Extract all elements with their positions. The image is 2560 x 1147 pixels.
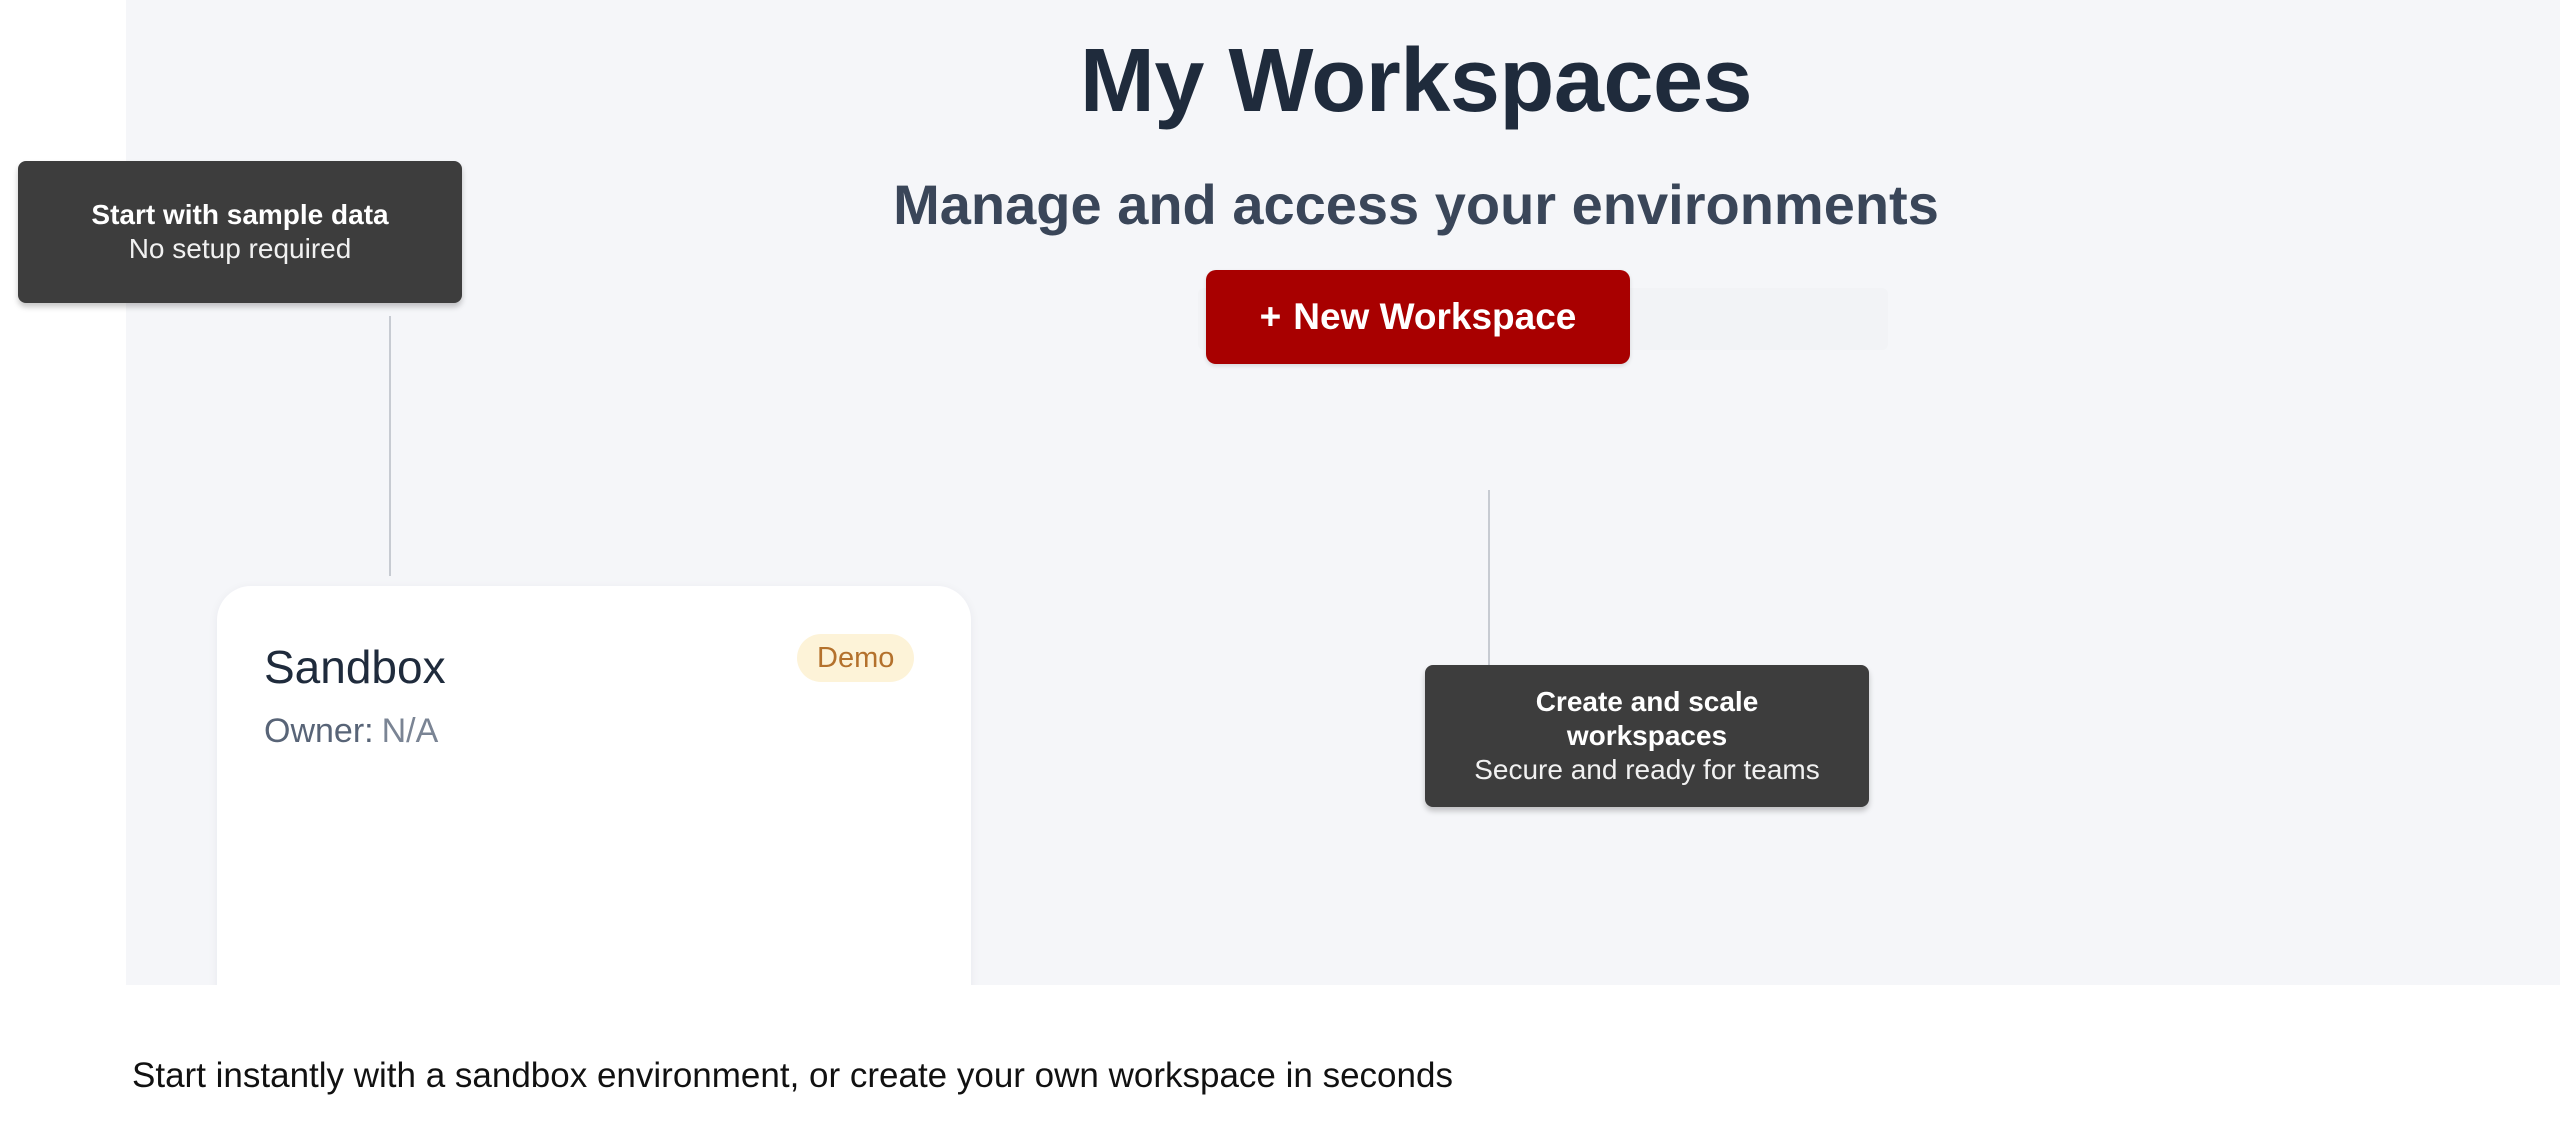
callout-sample-detail: No setup required (128, 233, 352, 264)
workspace-name: Sandbox (264, 641, 446, 693)
demo-badge: Demo (797, 634, 915, 682)
owner-value: N/A (381, 712, 439, 750)
screen: My Workspaces Manage and access your env… (0, 0, 2560, 1147)
new-workspace-button[interactable]: + New Workspace (1206, 270, 1630, 364)
owner-label: Owner: (264, 712, 374, 750)
workspace-owner: Owner: N/A (264, 712, 438, 751)
callout-create-scale: Create and scale workspaces Secure and r… (1425, 665, 1869, 807)
workspaces-panel: My Workspaces Manage and access your env… (126, 0, 2560, 985)
callout-create-detail: Secure and ready for teams (1474, 754, 1820, 785)
plus-icon: + (1259, 296, 1282, 337)
workspace-card-sandbox[interactable]: Sandbox Owner: N/A Demo (217, 586, 971, 985)
callout-sample-data: Start with sample data No setup required (18, 161, 462, 303)
caption-text: Start instantly with a sandbox environme… (132, 1056, 1453, 1095)
page-subtitle: Manage and access your environments (893, 173, 1939, 236)
callout-create-heading: Create and scale workspaces (1535, 686, 1759, 751)
page-title: My Workspaces (1079, 31, 1753, 131)
connector-line-sample (389, 316, 391, 576)
connector-line-create (1488, 490, 1490, 666)
callout-sample-heading: Start with sample data (91, 199, 389, 230)
new-workspace-label: New Workspace (1293, 296, 1577, 337)
